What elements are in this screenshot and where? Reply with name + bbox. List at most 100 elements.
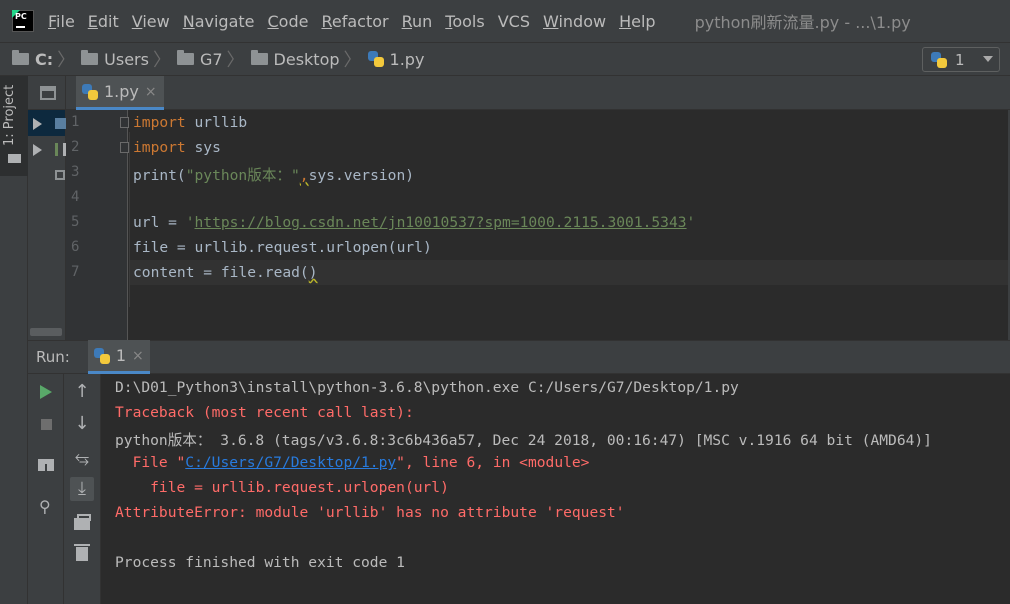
project-panel-header (28, 76, 65, 110)
project-folder-icon (55, 118, 66, 129)
url-string-link[interactable]: https://blog.csdn.net/jn10010537?spm=100… (195, 214, 687, 231)
menu-item-vcs[interactable]: VCS (498, 12, 530, 31)
restore-layout-button[interactable] (34, 453, 58, 477)
editor-gutter: 1 2 3 4 5 6 7 (66, 110, 129, 340)
arrow-up-icon: ↑ (74, 381, 90, 402)
breadcrumb-drive-label: C: (35, 49, 54, 69)
scratches-icon (55, 170, 65, 180)
soft-wrap-icon: ⥃ (74, 447, 90, 468)
project-tool-window-tab[interactable]: 1: Project (0, 76, 28, 176)
menu-item-tools[interactable]: Tools (445, 12, 484, 31)
file-link[interactable]: C:/Users/G7/Desktop/1.py (185, 454, 396, 471)
breadcrumb-users[interactable]: Users (81, 50, 149, 69)
breadcrumb-users-label: Users (104, 49, 149, 69)
console-line: Traceback (most recent call last): (115, 404, 414, 421)
menu-item-navigate[interactable]: Navigate (183, 12, 255, 31)
print-button[interactable] (70, 512, 94, 536)
folder-icon (176, 50, 194, 65)
code-line-6: file = urllib.request.urlopen(url) (133, 239, 432, 256)
project-tree-row[interactable] (28, 110, 66, 136)
menu-item-code[interactable]: Code (268, 12, 309, 31)
trash-icon (74, 544, 90, 561)
menu-item-refactor[interactable]: Refactor (321, 12, 388, 31)
down-button[interactable]: ↓ (70, 412, 94, 436)
editor-tab-1py[interactable]: 1.py × (76, 76, 164, 110)
breadcrumb-file-label: 1.py (389, 49, 425, 69)
run-tab-1[interactable]: 1 × (87, 340, 150, 374)
code-line-7: content = file.read() (133, 264, 318, 281)
code-line-2: import sys (133, 139, 221, 156)
menu-item-edit[interactable]: Edit (88, 12, 119, 31)
close-icon[interactable]: × (145, 84, 157, 100)
project-tree-row[interactable] (28, 136, 66, 162)
run-tab-label: 1 (115, 346, 127, 365)
window-title: python刷新流量.py - ...\1.py (694, 13, 911, 32)
run-toolbar-secondary: ↑ ↓ ⥃ ⤓ (64, 374, 101, 604)
clear-all-button[interactable] (70, 542, 94, 566)
line-number: 1 (71, 114, 80, 130)
menu-item-run[interactable]: Run (402, 12, 433, 31)
breadcrumb-file[interactable]: 1.py (367, 49, 425, 69)
line-number: 4 (71, 189, 80, 205)
console-line: D:\D01_Python3\install\python-3.6.8\pyth… (115, 379, 739, 396)
folder-icon (12, 50, 29, 65)
code-line-3: print("python版本：",sys.version) (133, 167, 415, 184)
code-editor[interactable]: 1 2 3 4 5 6 7 import urllib import sys p… (66, 110, 1010, 340)
folder-icon (8, 154, 21, 163)
expand-arrow-icon[interactable] (33, 144, 42, 156)
close-icon[interactable]: × (132, 348, 144, 364)
run-configuration-label: 1 (955, 50, 965, 69)
horizontal-scrollbar[interactable] (30, 328, 62, 336)
python-icon (93, 347, 110, 364)
breadcrumb-user[interactable]: G7 (176, 49, 223, 69)
run-panel-label: Run: (36, 348, 70, 366)
scroll-to-end-button[interactable]: ⤓ (70, 477, 94, 501)
expand-arrow-icon[interactable] (33, 118, 42, 130)
chevron-down-icon (983, 56, 993, 62)
pin-icon: ⚲ (39, 497, 51, 516)
breadcrumb-separator: 〉 (57, 50, 76, 71)
fold-marker-icon[interactable] (120, 117, 129, 128)
printer-icon (74, 514, 91, 530)
pycharm-logo-icon: PC (12, 10, 34, 32)
python-file-icon (82, 83, 98, 100)
line-number: 7 (71, 264, 80, 280)
run-toolbar-primary: ⚲ (28, 374, 64, 604)
editor-tab-label: 1.py (104, 82, 139, 101)
breadcrumb-drive[interactable]: C: (12, 50, 53, 69)
indent-guide (129, 132, 130, 307)
breadcrumb-user-label: G7 (199, 49, 223, 69)
soft-wrap-button[interactable]: ⥃ (70, 446, 94, 470)
layout-icon (38, 459, 54, 471)
stop-button[interactable] (34, 412, 58, 436)
project-panel (28, 76, 66, 340)
breadcrumb-desktop[interactable]: Desktop (250, 49, 340, 69)
run-panel-header: Run: 1 × (28, 340, 1010, 374)
run-console[interactable]: D:\D01_Python3\install\python-3.6.8\pyth… (101, 374, 1010, 604)
menu-bar: PC File Edit View Navigate Code Refactor Run To… (0, 0, 1010, 42)
console-line: file = urllib.request.urlopen(url) (115, 479, 449, 496)
play-icon (40, 385, 52, 399)
window-icon[interactable] (40, 86, 56, 100)
menu-item-help[interactable]: Help (619, 12, 655, 31)
rerun-button[interactable] (34, 380, 58, 404)
code-line-1: import urllib (133, 114, 248, 131)
menu-items: File Edit View Navigate Code Refactor Run Tools… (48, 12, 669, 31)
folder-icon (81, 50, 99, 65)
line-number: 3 (71, 164, 80, 180)
console-line: Process finished with exit code 1 (115, 554, 405, 571)
python-file-icon (367, 51, 384, 67)
console-line: python版本： 3.6.8 (tags/v3.6.8:3c6b436a57,… (115, 432, 932, 449)
menu-item-file[interactable]: File (48, 12, 75, 31)
stop-icon (40, 418, 52, 430)
up-button[interactable]: ↑ (70, 380, 94, 404)
breadcrumb-desktop-label: Desktop (273, 49, 340, 69)
run-configuration-selector[interactable]: 1 (922, 47, 1000, 72)
project-tree-row[interactable] (28, 162, 65, 188)
line-number: 2 (71, 139, 80, 155)
fold-marker-icon[interactable] (120, 142, 129, 153)
pin-tab-button[interactable]: ⚲ (34, 495, 58, 519)
scroll-to-end-icon: ⤓ (78, 478, 86, 499)
menu-item-view[interactable]: View (132, 12, 170, 31)
menu-item-window[interactable]: Window (543, 12, 606, 31)
